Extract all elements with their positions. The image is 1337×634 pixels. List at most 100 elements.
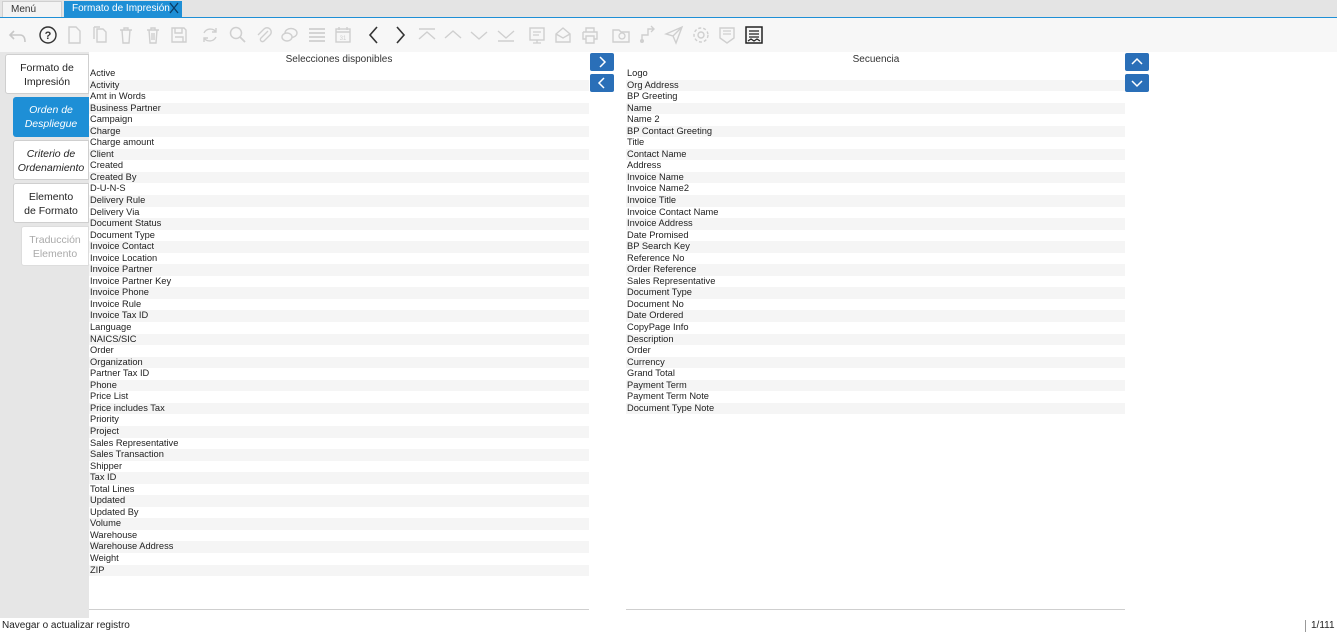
list-item[interactable]: Price List <box>89 391 589 403</box>
list-item[interactable]: Delivery Via <box>89 206 589 219</box>
list-item[interactable]: Charge <box>89 125 589 138</box>
list-item[interactable]: Campaign <box>89 114 589 126</box>
list-item[interactable]: BP Search Key <box>626 241 1125 253</box>
list-item[interactable]: Org Address <box>626 79 1125 92</box>
move-up-button[interactable] <box>1125 53 1149 71</box>
close-icon[interactable] <box>168 1 180 15</box>
list-item[interactable]: ZIP <box>89 564 589 577</box>
archive-icon[interactable] <box>551 23 575 47</box>
workflow-icon[interactable] <box>636 23 660 47</box>
list-item[interactable]: Active <box>89 68 589 80</box>
send-icon[interactable] <box>662 23 686 47</box>
list-item[interactable]: Created <box>89 160 589 172</box>
list-item[interactable]: Shipper <box>89 460 589 473</box>
list-item[interactable]: Priority <box>89 414 589 426</box>
list-item[interactable]: Invoice Partner <box>89 264 589 276</box>
list-item[interactable]: Invoice Partner Key <box>89 275 589 288</box>
tab-sort-criteria[interactable]: Criterio de Ordenamiento <box>13 140 89 180</box>
list-item[interactable]: Sales Transaction <box>89 449 589 461</box>
list-item[interactable]: Grand Total <box>626 368 1125 380</box>
chat-icon[interactable] <box>278 23 302 47</box>
list-item[interactable]: Language <box>89 322 589 334</box>
list-item[interactable]: Document No <box>626 298 1125 311</box>
zoom-across-icon[interactable] <box>609 23 633 47</box>
next-arrow-icon[interactable] <box>388 23 412 47</box>
remove-selection-button[interactable] <box>590 74 614 92</box>
tab-menu[interactable]: Menú (12) <box>2 1 62 31</box>
previous-record-icon[interactable] <box>441 23 465 47</box>
last-record-icon[interactable] <box>494 23 518 47</box>
refresh-icon[interactable] <box>198 23 222 47</box>
list-item[interactable]: Title <box>626 137 1125 149</box>
list-item[interactable]: Logo <box>626 68 1125 80</box>
list-item[interactable]: Warehouse <box>89 529 589 542</box>
list-item[interactable]: Order <box>89 345 589 357</box>
list-item[interactable]: Partner Tax ID <box>89 368 589 380</box>
tab-display-order[interactable]: Orden de Despliegue <box>13 97 89 137</box>
list-item[interactable]: Client <box>89 148 589 161</box>
delete-icon[interactable] <box>114 23 138 47</box>
list-item[interactable]: D-U-N-S <box>89 183 589 196</box>
list-item[interactable]: Invoice Rule <box>89 298 589 311</box>
tab-element-translation[interactable]: Traducción Elemento <box>21 226 89 266</box>
list-item[interactable]: Name <box>626 102 1125 115</box>
list-item[interactable]: Created By <box>89 171 589 184</box>
list-item[interactable]: Updated <box>89 495 589 507</box>
list-item[interactable]: Name 2 <box>626 114 1125 126</box>
list-item[interactable]: Sales Representative <box>89 437 589 450</box>
first-record-icon[interactable] <box>415 23 439 47</box>
list-item[interactable]: Currency <box>626 356 1125 369</box>
tab-print-format-header[interactable]: Formato de Impresión <box>5 54 89 94</box>
delete-selection-icon[interactable] <box>141 23 165 47</box>
list-item[interactable]: Description <box>626 333 1125 346</box>
report-icon[interactable] <box>525 23 549 47</box>
list-item[interactable]: Invoice Location <box>89 252 589 265</box>
process-icon[interactable] <box>689 23 713 47</box>
list-item[interactable]: Organization <box>89 356 589 369</box>
list-item[interactable]: BP Contact Greeting <box>626 125 1125 138</box>
attachment-icon[interactable] <box>252 23 276 47</box>
tab-print-format[interactable]: Formato de Impresión <box>64 1 182 17</box>
copy-record-icon[interactable] <box>88 23 112 47</box>
list-item[interactable]: Sales Representative <box>626 275 1125 288</box>
list-item[interactable]: Invoice Address <box>626 218 1125 230</box>
list-item[interactable]: Phone <box>89 379 589 392</box>
help-icon[interactable]: ? <box>36 23 60 47</box>
move-down-button[interactable] <box>1125 74 1149 92</box>
save-icon[interactable] <box>167 23 191 47</box>
list-item[interactable]: Address <box>626 160 1125 172</box>
calendar-icon[interactable]: 31 <box>331 23 355 47</box>
undo-icon[interactable] <box>6 23 30 47</box>
new-record-icon[interactable] <box>62 23 86 47</box>
list-item[interactable]: Reference No <box>626 252 1125 265</box>
list-item[interactable]: Updated By <box>89 506 589 519</box>
next-record-icon[interactable] <box>467 23 491 47</box>
list-item[interactable]: Order Reference <box>626 264 1125 276</box>
list-item[interactable]: Delivery Rule <box>89 195 589 207</box>
list-item[interactable]: Order <box>626 345 1125 357</box>
list-item[interactable]: CopyPage Info <box>626 322 1125 334</box>
list-item[interactable]: Document Type <box>89 229 589 242</box>
list-item[interactable]: Date Promised <box>626 229 1125 242</box>
list-item[interactable]: Invoice Contact Name <box>626 206 1125 219</box>
list-item[interactable]: Document Type Note <box>626 402 1125 415</box>
list-item[interactable]: Volume <box>89 518 589 530</box>
list-item[interactable]: Tax ID <box>89 472 589 484</box>
add-selection-button[interactable] <box>590 53 614 71</box>
list-item[interactable]: Business Partner <box>89 102 589 115</box>
list-item[interactable]: Total Lines <box>89 483 589 496</box>
product-info-icon[interactable] <box>715 23 739 47</box>
list-item[interactable]: Amt in Words <box>89 91 589 103</box>
list-item[interactable]: Project <box>89 425 589 438</box>
list-item[interactable]: Invoice Phone <box>89 287 589 299</box>
list-item[interactable]: Contact Name <box>626 148 1125 161</box>
find-icon[interactable] <box>226 23 250 47</box>
list-item[interactable]: Price includes Tax <box>89 402 589 415</box>
list-item[interactable]: Invoice Name <box>626 171 1125 184</box>
list-item[interactable]: Activity <box>89 79 589 92</box>
tab-format-element[interactable]: Elemento de Formato <box>13 183 89 223</box>
list-item[interactable]: Date Ordered <box>626 310 1125 323</box>
list-item[interactable]: Payment Term <box>626 379 1125 392</box>
list-item[interactable]: NAICS/SIC <box>89 333 589 346</box>
print-icon[interactable] <box>578 23 602 47</box>
